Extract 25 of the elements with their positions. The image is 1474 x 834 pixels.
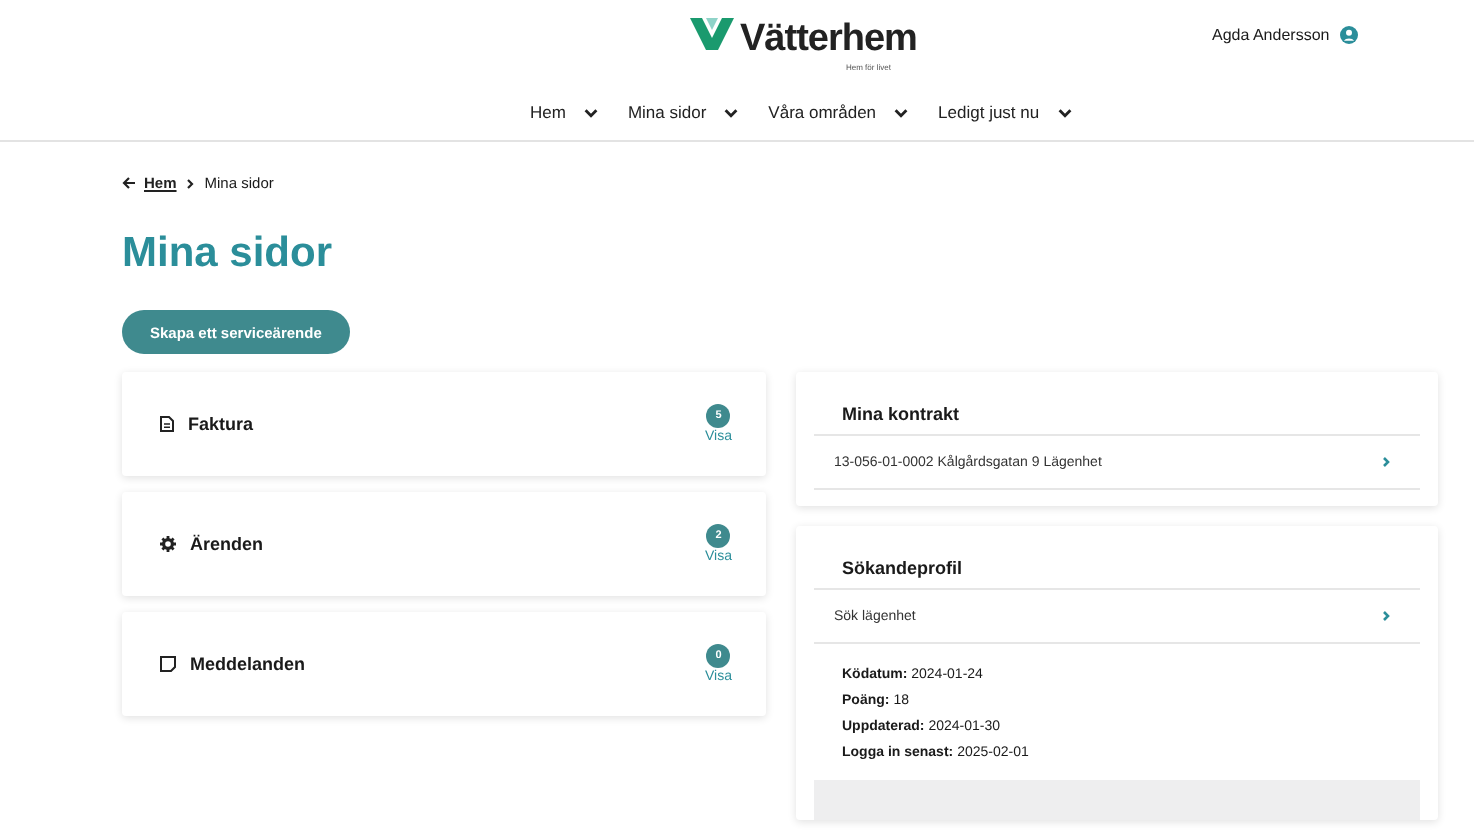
chevron-icon — [184, 177, 197, 189]
card-title: Meddelanden — [190, 654, 308, 674]
nav-item[interactable]: Mina sidor — [619, 102, 749, 122]
page-title: Mina sidor — [122, 228, 335, 280]
card-heading: Sökandeprofil — [814, 526, 1420, 590]
logo-name: Vätterhem — [740, 18, 917, 62]
user-name[interactable]: Agda Andersson — [1212, 26, 1330, 44]
card-title: Ärenden — [190, 534, 266, 554]
chevron-icon — [1380, 610, 1392, 622]
logo-icon — [690, 18, 734, 50]
caret-icon — [1055, 103, 1074, 121]
nav-item[interactable]: Ledigt just nu — [930, 102, 1082, 122]
nav-item[interactable]: Hem — [522, 102, 608, 122]
gear-icon — [160, 536, 176, 552]
nav-item[interactable]: Våra områden — [760, 102, 919, 122]
card-title: Faktura — [188, 414, 256, 434]
caret-icon — [581, 103, 600, 121]
card-heading: Mina kontrakt — [814, 372, 1420, 436]
caret-icon — [892, 103, 911, 121]
caret-icon — [722, 103, 741, 121]
back-arrow-icon — [122, 176, 136, 190]
document-icon — [160, 416, 174, 432]
chevron-icon — [1380, 456, 1392, 468]
note-icon — [160, 656, 176, 672]
user-icon[interactable] — [1339, 26, 1358, 44]
